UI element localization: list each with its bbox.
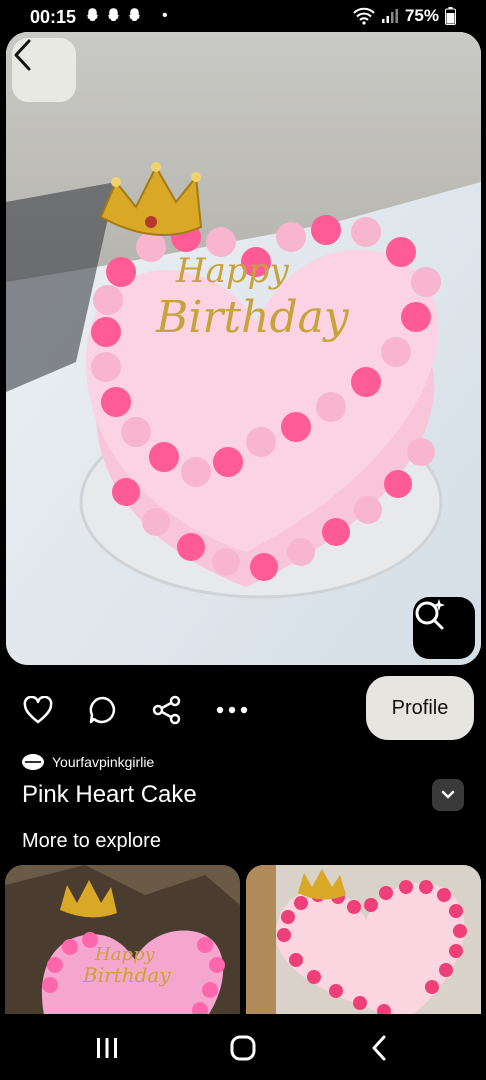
more-options-button[interactable]: [216, 694, 248, 726]
pin-actions: Profile: [0, 676, 486, 742]
share-button[interactable]: [151, 694, 183, 726]
visual-search-button[interactable]: [413, 597, 475, 659]
more-dots-icon: [216, 706, 248, 714]
topper-birthday: Birthday: [155, 292, 350, 343]
cake-photo: Happy Birthday: [6, 32, 481, 665]
pin-image[interactable]: Happy Birthday: [6, 32, 481, 665]
cake-thumbnail: Happy Birthday: [5, 865, 240, 1020]
home-icon: [230, 1035, 256, 1061]
cake-thumbnail: [246, 865, 481, 1020]
battery-icon: [445, 7, 456, 25]
battery-level: 75%: [404, 6, 439, 25]
home-button[interactable]: [223, 1032, 263, 1064]
back-button[interactable]: [12, 38, 76, 102]
share-icon: [152, 695, 181, 725]
notification-icons: [84, 6, 143, 24]
back-arrow-icon: [372, 1035, 386, 1061]
comment-icon: [89, 696, 116, 724]
avatar: [22, 754, 44, 770]
signal-icon: [381, 9, 398, 23]
visual-search-icon: [415, 599, 445, 630]
chevron-down-icon: [441, 790, 455, 799]
system-nav-bar: [0, 1014, 486, 1080]
chevron-left-icon: [14, 39, 31, 71]
recent-apps-icon: [97, 1038, 117, 1058]
snapchat-icon: [86, 8, 99, 21]
comment-button[interactable]: [87, 694, 119, 726]
clock: 00:15: [30, 7, 77, 27]
recent-apps-button[interactable]: [87, 1032, 127, 1064]
profile-button[interactable]: Profile: [366, 676, 474, 740]
topper-happy: Happy: [175, 251, 289, 291]
thumb1-topper-happy: Happy: [94, 944, 155, 965]
wifi-icon: [353, 7, 375, 25]
heart-icon: [23, 696, 53, 724]
more-notifications-dot: •: [162, 7, 168, 24]
explore-pin-2[interactable]: [246, 865, 481, 1020]
more-to-explore-heading: More to explore: [22, 830, 161, 852]
author-name: Yourfavpinkgirlie: [52, 754, 155, 770]
status-bar: 00:15 • 75%: [0, 0, 486, 34]
explore-pin-1[interactable]: Happy Birthday: [5, 865, 240, 1020]
back-nav-button[interactable]: [359, 1032, 399, 1064]
snapchat-icon: [107, 8, 120, 21]
thumb1-topper-birthday: Birthday: [82, 963, 171, 987]
snapchat-icon: [128, 8, 141, 21]
pin-title: Pink Heart Cake: [22, 781, 197, 808]
like-button[interactable]: [22, 694, 54, 726]
expand-details-button[interactable]: [432, 779, 464, 811]
pin-author[interactable]: Yourfavpinkgirlie: [22, 754, 154, 770]
